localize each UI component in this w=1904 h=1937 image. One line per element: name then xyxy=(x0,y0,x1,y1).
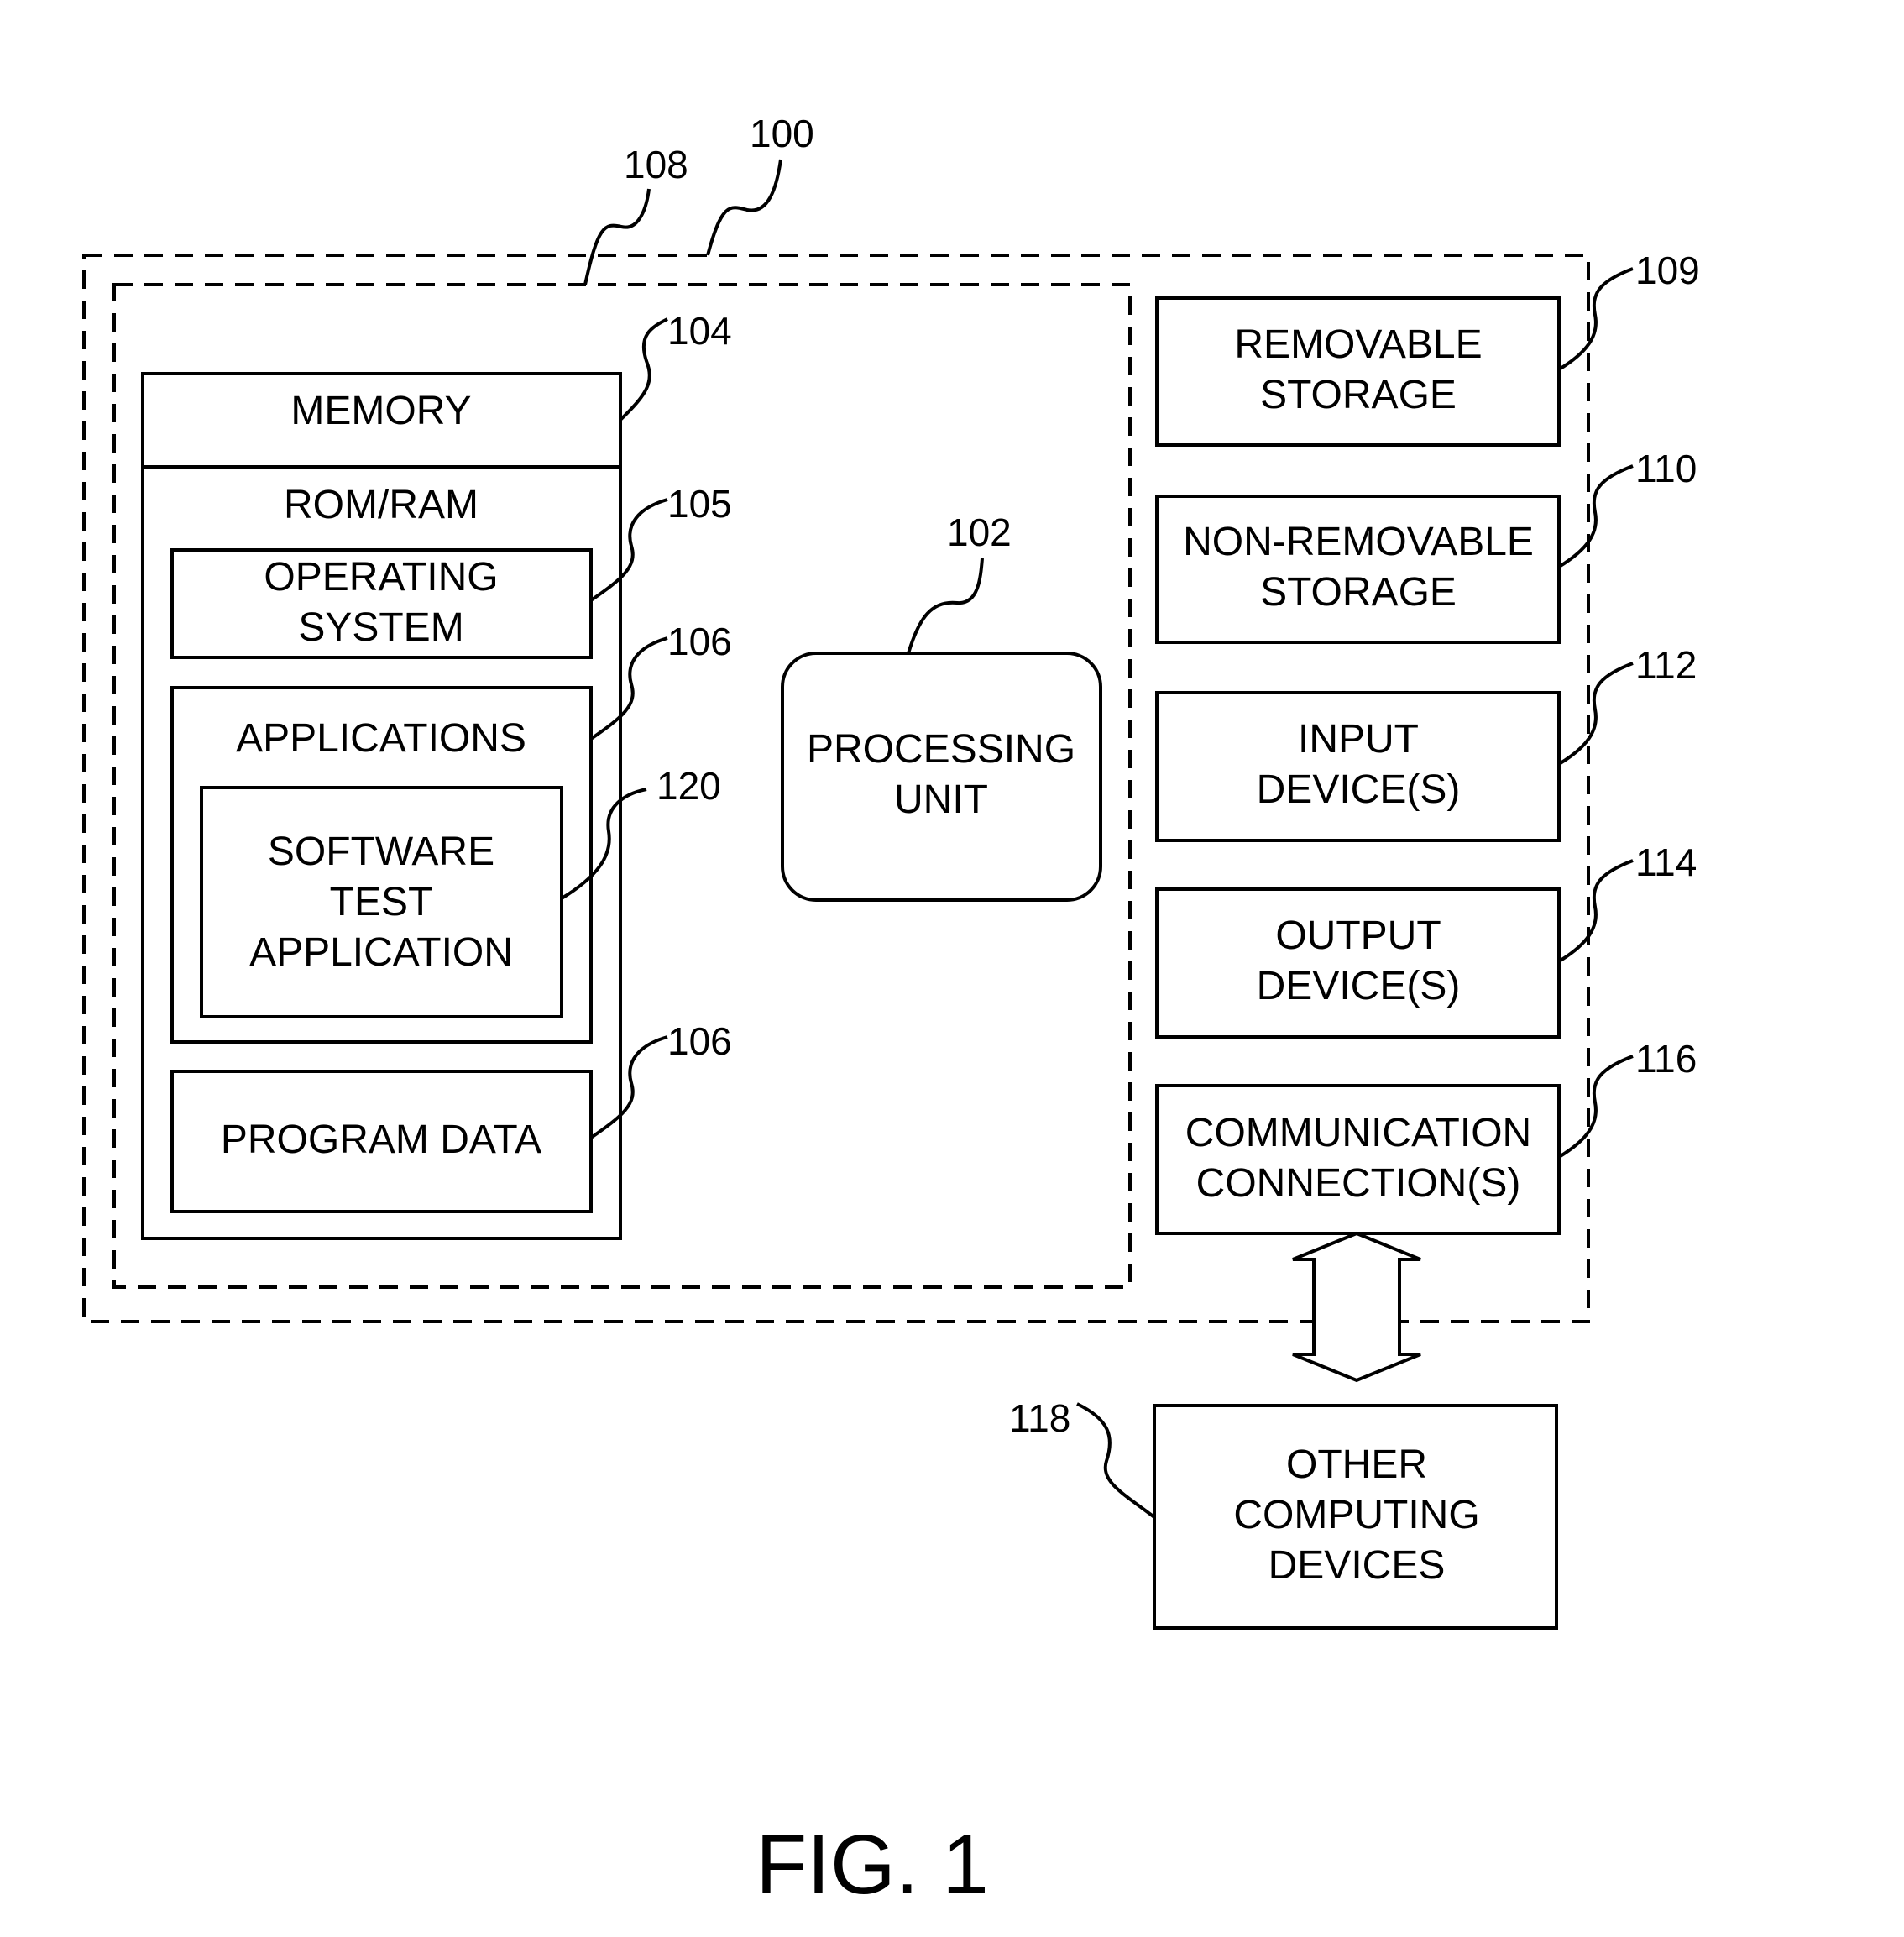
removable-storage-line-2: STORAGE xyxy=(1260,373,1457,417)
ref-104: 104 xyxy=(667,309,732,353)
ref-114: 114 xyxy=(1635,840,1697,884)
software-test-line-3: APPLICATION xyxy=(249,930,513,975)
program-data-label: PROGRAM DATA xyxy=(221,1118,541,1162)
applications-label: APPLICATIONS xyxy=(236,716,526,761)
ref-102: 102 xyxy=(947,510,1012,554)
leader-108 xyxy=(583,188,651,285)
ref-116: 116 xyxy=(1635,1037,1697,1081)
non-removable-storage-line-2: STORAGE xyxy=(1260,570,1457,615)
ref-109: 109 xyxy=(1635,249,1700,292)
memory-title: MEMORY xyxy=(290,389,471,433)
communication-line-1: COMMUNICATION xyxy=(1185,1111,1531,1155)
ref-120: 120 xyxy=(656,764,721,808)
memory-subtitle: ROM/RAM xyxy=(284,483,479,527)
figure-caption: FIG. 1 xyxy=(756,1818,989,1912)
ref-108: 108 xyxy=(624,143,688,186)
software-test-line-2: TEST xyxy=(330,880,433,924)
non-removable-storage-line-1: NON-REMOVABLE xyxy=(1183,520,1534,564)
leader-106-applications xyxy=(589,636,668,741)
operating-system-line-1: OPERATING xyxy=(264,555,498,599)
operating-system-line-2: SYSTEM xyxy=(298,605,463,650)
output-devices-line-1: OUTPUT xyxy=(1275,914,1441,958)
processing-unit-line-2: UNIT xyxy=(894,777,988,822)
software-test-line-1: SOFTWARE xyxy=(268,830,494,874)
leader-110 xyxy=(1557,464,1634,568)
leader-105 xyxy=(589,498,668,602)
leader-114 xyxy=(1557,859,1634,963)
ref-112: 112 xyxy=(1635,643,1697,687)
removable-storage-block xyxy=(1155,296,1561,447)
other-computing-line-2: COMPUTING xyxy=(1233,1493,1479,1537)
other-computing-line-1: OTHER xyxy=(1286,1442,1427,1487)
ref-106-program-data: 106 xyxy=(667,1019,732,1063)
input-devices-block xyxy=(1155,691,1561,842)
input-devices-line-2: DEVICE(S) xyxy=(1257,767,1461,812)
ref-105: 105 xyxy=(667,482,732,526)
communication-line-2: CONNECTION(S) xyxy=(1196,1161,1521,1206)
leader-109 xyxy=(1557,267,1634,371)
leader-118 xyxy=(1076,1402,1156,1519)
processing-unit-line-1: PROCESSING xyxy=(807,727,1075,772)
leader-106-program-data xyxy=(589,1035,668,1139)
other-computing-line-3: DEVICES xyxy=(1268,1543,1446,1588)
leader-116 xyxy=(1557,1055,1634,1159)
output-devices-line-2: DEVICE(S) xyxy=(1257,964,1461,1008)
ref-106-applications: 106 xyxy=(667,620,732,663)
non-removable-storage-block xyxy=(1155,495,1561,644)
output-devices-block xyxy=(1155,887,1561,1039)
input-devices-line-1: INPUT xyxy=(1298,717,1419,762)
communication-connections-block xyxy=(1155,1084,1561,1235)
ref-110: 110 xyxy=(1635,447,1697,490)
processing-unit-block xyxy=(781,652,1102,902)
leader-120 xyxy=(560,788,647,900)
bidirectional-arrow xyxy=(1292,1231,1421,1383)
leader-100 xyxy=(706,159,782,256)
ref-100: 100 xyxy=(750,112,814,155)
leader-112 xyxy=(1557,662,1634,766)
removable-storage-line-1: REMOVABLE xyxy=(1234,322,1482,367)
ref-118: 118 xyxy=(1009,1396,1070,1440)
diagram-canvas: 100 108 104 105 106 120 106 102 109 110 … xyxy=(82,112,1700,1912)
leader-104 xyxy=(619,317,668,421)
leader-102 xyxy=(907,558,984,654)
